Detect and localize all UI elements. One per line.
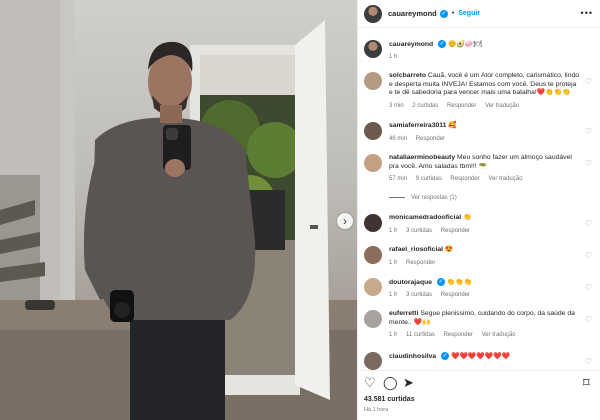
- share-icon[interactable]: ➤: [403, 376, 414, 389]
- heart-icon[interactable]: ♡: [585, 127, 592, 136]
- heart-icon[interactable]: ♡: [585, 315, 592, 324]
- heart-icon[interactable]: ♡: [585, 251, 592, 260]
- comment-item: samiaferreira3011 🥰 46 min Responder ♡: [364, 122, 596, 143]
- post-actions-bar: ♡ ◯ ➤ ⌑ 43.581 curtidas Há 1 hora: [358, 370, 600, 420]
- comment-text: 👏👏👏: [446, 278, 473, 286]
- next-image-button[interactable]: ›: [337, 213, 353, 229]
- verified-badge-icon: ✓: [438, 40, 447, 48]
- verified-badge-icon: ✓: [439, 9, 448, 18]
- more-options-icon[interactable]: •••: [581, 9, 593, 18]
- separator-dot: •: [451, 10, 455, 17]
- comment-icon[interactable]: ◯: [383, 376, 398, 389]
- comment-item: monicamedradooficial 👏 1 h 3 curtidas Re…: [364, 214, 596, 235]
- comment-item: solcbarreto Cauã, você é um Ator complet…: [364, 72, 596, 110]
- likes-count[interactable]: 43.581 curtidas: [364, 396, 415, 403]
- post-side-panel: cauareymond ✓ • Seguir ••• cauareymond ✓…: [357, 0, 600, 420]
- commenter-avatar[interactable]: [364, 352, 382, 370]
- comment-time: 1 h: [389, 259, 398, 266]
- heart-icon[interactable]: ♡: [585, 219, 592, 228]
- reply-button[interactable]: Responder: [450, 176, 479, 182]
- comment-time: 3 min: [389, 102, 404, 109]
- post-header: cauareymond ✓ • Seguir •••: [358, 0, 600, 28]
- heart-icon[interactable]: ♡: [585, 159, 592, 168]
- comment-text: 😍: [444, 246, 454, 253]
- comment-text: ❤️❤️❤️❤️❤️❤️❤️: [451, 352, 511, 360]
- comment-username[interactable]: monicamedradooficial: [389, 214, 461, 221]
- reply-button[interactable]: Responder: [416, 136, 445, 142]
- translate-button[interactable]: Ver tradução: [485, 103, 519, 109]
- photo-illustration: [0, 0, 357, 420]
- comment-time: 1 h: [389, 227, 398, 234]
- reply-button[interactable]: Responder: [441, 292, 470, 298]
- comment-item: doutorajaque ✓ 👏👏👏 1 h 3 curtidas Respon…: [364, 278, 596, 300]
- comment-likes[interactable]: 9 curtidas: [416, 176, 442, 182]
- caption-time: 1 h: [389, 54, 398, 61]
- comment-username[interactable]: rafael_riosoficial: [389, 246, 443, 253]
- heart-icon[interactable]: ♡: [585, 283, 592, 292]
- comment-username[interactable]: nataliaerminobeauty: [389, 154, 455, 161]
- comment-time: 57 min: [389, 176, 408, 183]
- commenter-avatar[interactable]: [364, 122, 382, 140]
- translate-button[interactable]: Ver tradução: [488, 176, 522, 182]
- commenter-avatar[interactable]: [364, 214, 382, 232]
- reply-button[interactable]: Responder: [447, 103, 476, 109]
- comment-username[interactable]: claudinhosilva: [389, 353, 436, 360]
- bookmark-icon[interactable]: ⌑: [583, 376, 590, 389]
- comment-text: 👏: [463, 214, 472, 221]
- comment-item: nataliaerminobeauty Meu sonho fazer um a…: [364, 154, 596, 184]
- commenter-avatar[interactable]: [364, 154, 382, 172]
- comments-list[interactable]: cauareymond ✓ 😊🥑🧼🍽 1 h solcbarreto Cauã,…: [358, 34, 600, 370]
- caption-text: 😊🥑🧼🍽: [447, 40, 483, 48]
- reply-button[interactable]: Responder: [441, 228, 470, 234]
- like-icon[interactable]: ♡: [364, 376, 376, 389]
- heart-icon[interactable]: ♡: [585, 357, 592, 366]
- comment-likes[interactable]: 3 curtidas: [406, 228, 432, 234]
- author-avatar[interactable]: [364, 4, 382, 23]
- comment-username[interactable]: euferretti: [389, 310, 418, 317]
- replies-line: [389, 196, 405, 198]
- commenter-avatar[interactable]: [364, 72, 382, 90]
- reply-button[interactable]: Responder: [406, 260, 435, 266]
- comment-time: 1 h: [389, 292, 398, 299]
- comment-likes[interactable]: 3 curtidas: [406, 292, 432, 298]
- caption-avatar[interactable]: [364, 40, 382, 58]
- comment-username[interactable]: doutorajaque: [389, 279, 432, 286]
- verified-badge-icon: ✓: [441, 352, 450, 360]
- post-time: Há 1 hora: [364, 407, 389, 413]
- comment-item: claudinhosilva ✓ ❤️❤️❤️❤️❤️❤️❤️ ♡: [364, 352, 596, 370]
- view-replies-button[interactable]: Ver respostas (1): [389, 195, 457, 201]
- comment-item: rafael_riosoficial 😍 1 h Responder ♡: [364, 246, 596, 267]
- commenter-avatar[interactable]: [364, 310, 382, 328]
- comment-username[interactable]: samiaferreira3011: [389, 122, 446, 129]
- post-photo: ›: [0, 0, 357, 420]
- comment-item: euferretti Segue plenissimo, cuidando do…: [364, 310, 596, 340]
- follow-button[interactable]: Seguir: [458, 10, 480, 17]
- commenter-avatar[interactable]: [364, 246, 382, 264]
- verified-badge-icon: ✓: [436, 278, 445, 286]
- author-username[interactable]: cauareymond: [388, 9, 437, 18]
- caption-username[interactable]: cauareymond: [389, 41, 433, 48]
- comment-likes[interactable]: 11 curtidas: [406, 332, 435, 338]
- reply-button[interactable]: Responder: [444, 332, 473, 338]
- comment-time: 46 min: [389, 135, 408, 142]
- caption: cauareymond ✓ 😊🥑🧼🍽 1 h: [364, 40, 596, 62]
- translate-button[interactable]: Ver tradução: [482, 332, 516, 338]
- comment-username[interactable]: solcbarreto: [389, 72, 426, 79]
- comment-time: 1 h: [389, 332, 398, 339]
- view-replies-label: Ver respostas (1): [411, 195, 457, 201]
- comment-likes[interactable]: 2 curtidas: [412, 103, 438, 109]
- comment-text: 🥰: [448, 122, 457, 129]
- commenter-avatar[interactable]: [364, 278, 382, 296]
- heart-icon[interactable]: ♡: [585, 77, 592, 86]
